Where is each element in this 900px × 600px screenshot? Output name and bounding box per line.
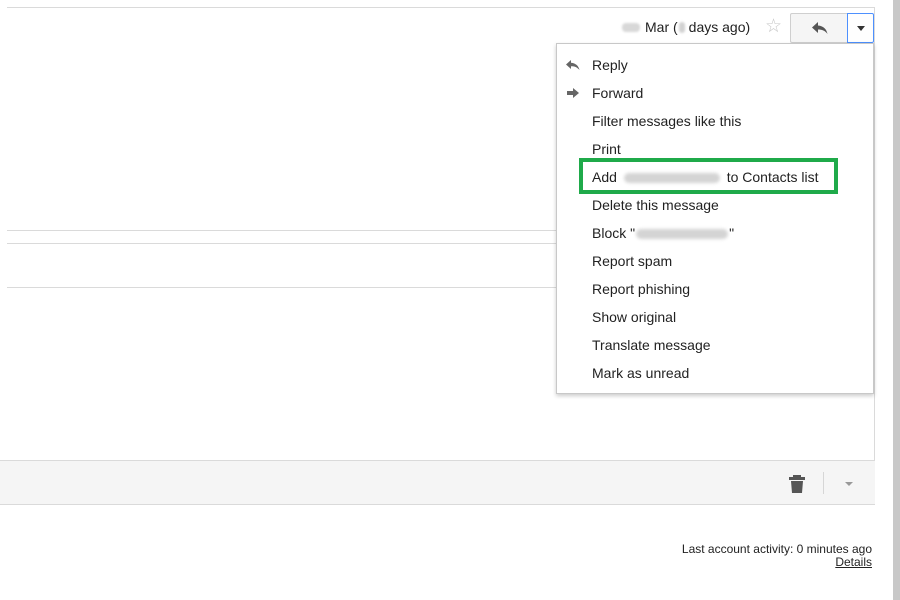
menu-item-label: Report spam xyxy=(592,253,673,269)
right-border xyxy=(874,7,875,460)
reply-arrow-icon xyxy=(811,22,827,34)
menu-item-label: Filter messages like this xyxy=(592,113,742,129)
scrollbar[interactable] xyxy=(893,0,900,600)
reply-arrow-icon xyxy=(565,57,581,73)
menu-item-translate[interactable]: Translate message xyxy=(557,331,873,359)
message-divider-3 xyxy=(7,287,557,288)
redacted-date xyxy=(622,22,640,32)
message-divider xyxy=(7,230,557,231)
menu-item-mark-unread[interactable]: Mark as unread xyxy=(557,359,873,387)
redacted-sender-name xyxy=(636,229,729,240)
caret-down-icon[interactable] xyxy=(845,482,853,486)
menu-item-label: Report phishing xyxy=(592,281,691,297)
forward-arrow-icon xyxy=(565,85,581,101)
menu-item-label: Show original xyxy=(592,309,677,325)
more-options-button[interactable] xyxy=(847,13,874,43)
menu-item-label: Mark as unread xyxy=(592,365,690,381)
details-link[interactable]: Details xyxy=(772,556,872,569)
menu-item-label-prefix: Block " xyxy=(592,225,636,241)
last-account-activity: Last account activity: 0 minutes ago xyxy=(681,542,872,556)
email-view: Mar ( days ago) ☆ Reply Forward Filter m… xyxy=(0,0,900,600)
menu-item-report-spam[interactable]: Report spam xyxy=(557,247,873,275)
toolbar-separator xyxy=(823,472,824,494)
caret-down-icon xyxy=(856,25,865,31)
message-actions-menu: Reply Forward Filter messages like this … xyxy=(556,43,874,394)
menu-item-delete[interactable]: Delete this message xyxy=(557,191,873,219)
menu-item-label-suffix: " xyxy=(729,225,735,241)
menu-item-report-phishing[interactable]: Report phishing xyxy=(557,275,873,303)
message-date: Mar ( days ago) xyxy=(622,16,750,38)
top-divider xyxy=(7,7,875,8)
trash-icon[interactable] xyxy=(789,475,805,493)
reply-button[interactable] xyxy=(790,13,848,43)
message-divider-2 xyxy=(7,243,557,244)
menu-item-label: Print xyxy=(592,141,621,157)
menu-item-filter[interactable]: Filter messages like this xyxy=(557,107,873,135)
menu-item-label: Reply xyxy=(592,57,628,73)
menu-item-label: Forward xyxy=(592,85,644,101)
redacted-days xyxy=(678,21,685,33)
menu-item-forward[interactable]: Forward xyxy=(557,79,873,107)
menu-item-label: Translate message xyxy=(592,337,711,353)
star-icon[interactable]: ☆ xyxy=(765,17,782,37)
menu-item-show-original[interactable]: Show original xyxy=(557,303,873,331)
days-ago-text: days ago) xyxy=(688,19,751,35)
menu-item-label-group: Block " " xyxy=(592,225,734,241)
menu-item-block-sender[interactable]: Block " " xyxy=(557,219,873,247)
date-text: Mar ( xyxy=(645,19,678,35)
highlight-box xyxy=(579,158,838,194)
bottom-toolbar xyxy=(0,460,875,505)
menu-item-label: Delete this message xyxy=(592,197,719,213)
menu-item-reply[interactable]: Reply xyxy=(557,51,873,79)
